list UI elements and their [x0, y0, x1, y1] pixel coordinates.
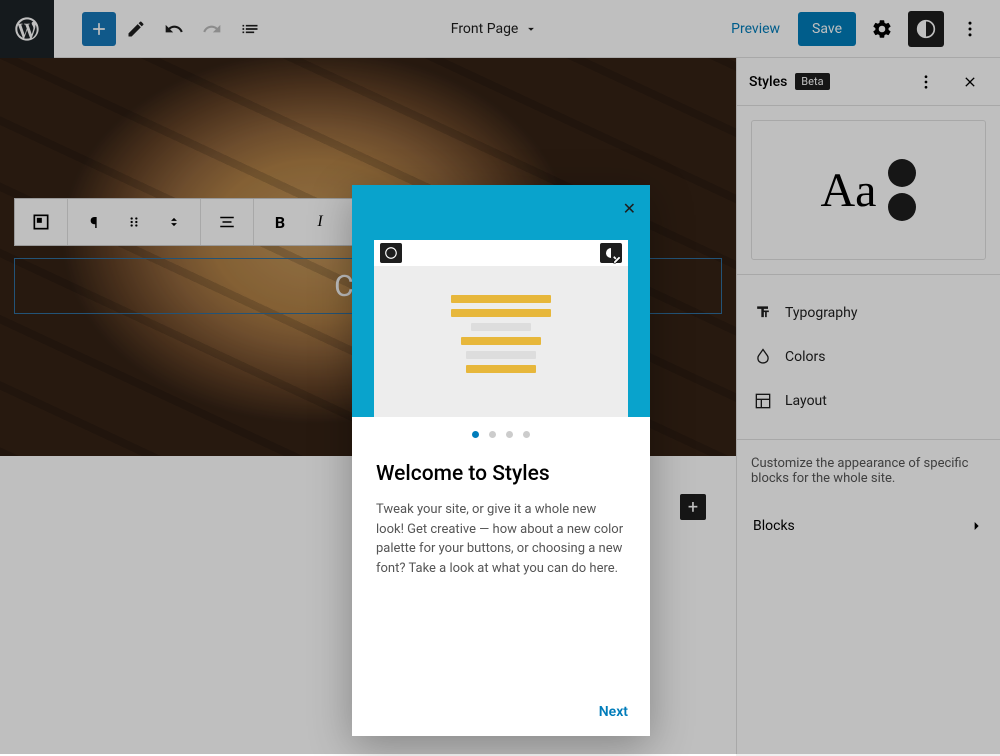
close-icon[interactable]: ✕ — [623, 199, 636, 218]
illustration-styles-icon — [600, 243, 622, 263]
page-dot-2[interactable] — [489, 431, 496, 438]
page-dot-3[interactable] — [506, 431, 513, 438]
modal-body-text: Tweak your site, or give it a whole new … — [376, 500, 626, 578]
page-dot-1[interactable] — [472, 431, 479, 438]
welcome-modal: ✕ Welcome to Styles Tweak your site, or … — [352, 185, 650, 736]
modal-title: Welcome to Styles — [376, 462, 626, 486]
illustration-wp-icon — [380, 243, 402, 263]
modal-pagination — [352, 417, 650, 444]
next-button[interactable]: Next — [599, 704, 628, 720]
page-dot-4[interactable] — [523, 431, 530, 438]
modal-illustration — [374, 240, 628, 417]
